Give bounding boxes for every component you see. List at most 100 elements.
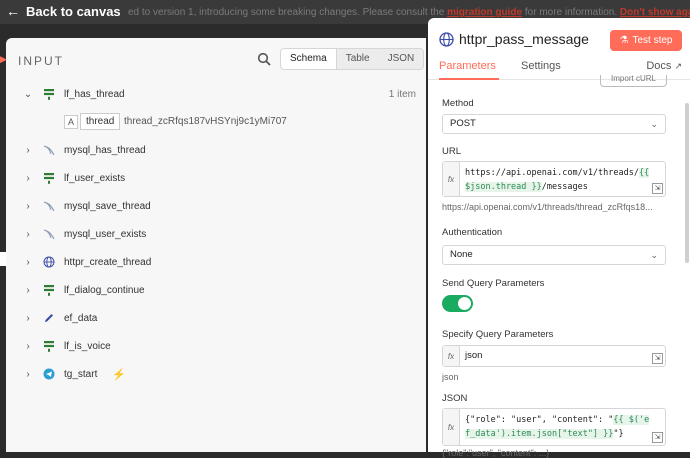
json-expression-input[interactable]: fx {"role": "user", "content": "{{ $('ef… (442, 408, 666, 446)
node-name: lf_has_thread (64, 88, 125, 100)
input-title: INPUT (18, 54, 64, 68)
tab-schema[interactable]: Schema (281, 49, 337, 69)
specify-query-input[interactable]: fx json ⇲ (442, 345, 666, 367)
mysql-icon (42, 200, 55, 213)
active-tab-indicator (439, 78, 499, 80)
node-name: httpr_create_thread (64, 256, 152, 268)
schema-node-tg-start[interactable]: › tg_start ⚡ (6, 360, 426, 388)
url-expression: https://api.openai.com/v1/threads/{{ $js… (465, 166, 651, 194)
expand-icon[interactable]: ⇲ (652, 432, 663, 443)
node-name: lf_is_voice (64, 340, 111, 352)
mysql-icon (42, 144, 55, 157)
specify-query-value: json (465, 350, 483, 361)
schema-tree: ⌄ lf_has_thread 1 item A thread thread_z… (6, 80, 426, 388)
back-to-canvas-button[interactable]: ← Back to canvas (6, 3, 121, 19)
tab-docs[interactable]: Docs ↗ (646, 60, 682, 72)
tab-settings[interactable]: Settings (521, 60, 561, 72)
filter-icon (42, 284, 55, 297)
string-type-icon: A (64, 115, 78, 129)
chevron-right-icon[interactable]: › (23, 145, 33, 156)
schema-node-mysql-user-exists[interactable]: › mysql_user_exists (6, 220, 426, 248)
back-label: Back to canvas (26, 3, 121, 19)
chevron-right-icon[interactable]: › (23, 201, 33, 212)
fx-icon: fx (443, 162, 460, 196)
chevron-right-icon[interactable]: › (23, 313, 33, 324)
external-link-icon: ↗ (674, 61, 682, 71)
search-icon[interactable] (257, 52, 271, 66)
schema-node-httpr-create-thread[interactable]: › httpr_create_thread (6, 248, 426, 276)
node-name: ef_data (64, 312, 98, 324)
chevron-right-icon[interactable]: › (23, 341, 33, 352)
chevron-right-icon[interactable]: › (23, 369, 33, 380)
schema-node-lf-is-voice[interactable]: › lf_is_voice (6, 332, 426, 360)
url-label: URL (442, 146, 462, 157)
field-value: thread_zcRfqs187vHSYnj9c1yMi707 (124, 116, 287, 127)
scrollbar[interactable] (685, 103, 689, 263)
json-prefix: {"role": "user", "content": " (465, 415, 614, 425)
view-mode-tabs: Schema Table JSON (280, 48, 425, 70)
specify-query-label: Specify Query Parameters (442, 329, 554, 340)
toggle-knob (458, 297, 471, 310)
schema-node-lf-user-exists[interactable]: › lf_user_exists (6, 164, 426, 192)
tab-json[interactable]: JSON (379, 49, 424, 69)
expand-icon[interactable]: ⇲ (652, 183, 663, 194)
tab-parameters[interactable]: Parameters (439, 60, 496, 72)
import-curl-button[interactable]: Import cURL (600, 75, 667, 87)
fx-icon: fx (443, 409, 460, 445)
item-count: 1 item (388, 88, 416, 100)
expand-icon[interactable]: ⇲ (652, 353, 663, 364)
authentication-label: Authentication (442, 227, 503, 238)
node-name: lf_dialog_continue (64, 284, 145, 296)
field-key[interactable]: thread (80, 113, 121, 130)
json-suffix: "} (613, 429, 624, 439)
authentication-value: None (450, 249, 473, 260)
filter-icon (42, 340, 55, 353)
chevron-right-icon[interactable]: › (23, 285, 33, 296)
url-expression-input[interactable]: fx https://api.openai.com/v1/threads/{{ … (442, 161, 666, 197)
globe-icon (42, 256, 55, 269)
node-name: mysql_save_thread (64, 200, 151, 212)
node-title[interactable]: httpr_pass_message (459, 31, 589, 47)
json-label: JSON (442, 393, 468, 404)
send-query-toggle[interactable] (442, 295, 473, 312)
pen-icon (42, 312, 55, 325)
url-prefix: https://api.openai.com/v1/threads/ (465, 168, 639, 178)
node-settings-panel: httpr_pass_message ⚗ Test step Parameter… (428, 18, 690, 458)
flask-icon: ⚗ (619, 35, 629, 46)
authentication-select[interactable]: None ⌄ (442, 245, 666, 265)
url-suffix: /messages (541, 182, 588, 192)
filter-icon (42, 172, 55, 185)
send-query-label: Send Query Parameters (442, 278, 545, 289)
method-label: Method (442, 98, 474, 109)
chevron-right-icon[interactable]: › (23, 257, 33, 268)
schema-node-ef-data[interactable]: › ef_data (6, 304, 426, 332)
schema-node-lf-dialog-continue[interactable]: › lf_dialog_continue (6, 276, 426, 304)
migration-guide-link[interactable]: migration guide (447, 7, 522, 18)
tab-table[interactable]: Table (337, 49, 379, 69)
chevron-down-icon[interactable]: ⌄ (23, 89, 33, 100)
dont-show-again-link[interactable]: Don't show again (620, 7, 690, 18)
schema-node-mysql-save-thread[interactable]: › mysql_save_thread (6, 192, 426, 220)
node-name: mysql_user_exists (64, 228, 147, 240)
docs-label: Docs (646, 60, 672, 72)
method-select[interactable]: POST ⌄ (442, 114, 666, 134)
schema-node-lf-has-thread[interactable]: ⌄ lf_has_thread 1 item (6, 80, 426, 108)
node-name: tg_start (64, 368, 98, 380)
chevron-right-icon[interactable]: › (23, 173, 33, 184)
deprecation-banner: ed to version 1, introducing some breaki… (128, 7, 690, 18)
banner-text: ed to version 1, introducing some breaki… (128, 7, 445, 18)
url-preview: https://api.openai.com/v1/threads/thread… (442, 202, 653, 212)
chevron-right-icon[interactable]: › (23, 229, 33, 240)
test-step-label: Test step (632, 35, 673, 46)
mysql-icon (42, 228, 55, 241)
arrow-left-icon: ← (6, 3, 20, 19)
node-name: lf_user_exists (64, 172, 126, 184)
specify-query-preview: json (442, 372, 459, 382)
test-step-button[interactable]: ⚗ Test step (610, 30, 682, 51)
json-expression: {"role": "user", "content": "{{ $('ef_da… (465, 413, 651, 441)
node-name: mysql_has_thread (64, 144, 146, 156)
schema-field-thread[interactable]: A thread thread_zcRfqs187vHSYnj9c1yMi707 (6, 108, 426, 136)
schema-node-mysql-has-thread[interactable]: › mysql_has_thread (6, 136, 426, 164)
fx-icon: fx (443, 346, 460, 366)
trigger-bolt-icon: ⚡ (112, 368, 126, 381)
